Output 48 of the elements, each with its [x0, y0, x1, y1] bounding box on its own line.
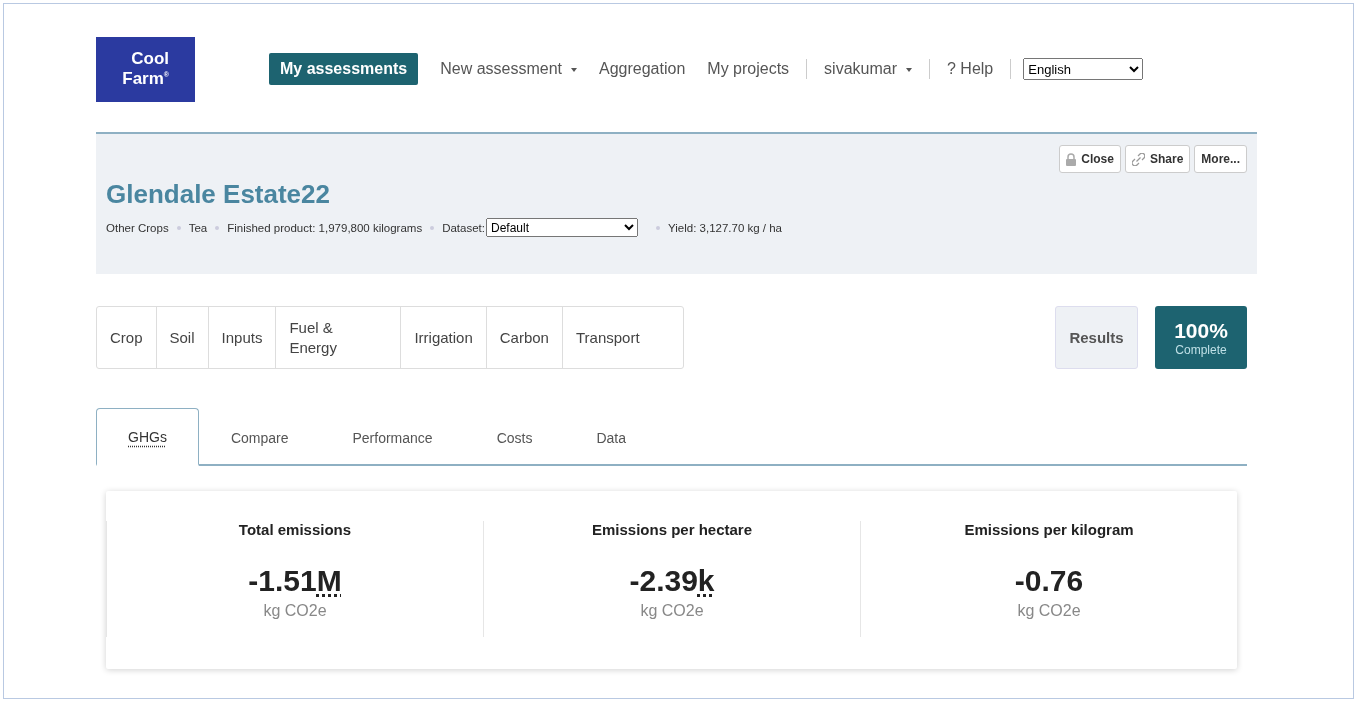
yield-text: Yield: 3,127.70 kg / ha: [668, 221, 783, 234]
step-tab[interactable]: Irrigation: [401, 307, 487, 368]
logo-text: Cool: [131, 51, 169, 68]
project-title: Glendale Estate22: [106, 179, 331, 210]
dataset-select[interactable]: Default: [486, 218, 638, 237]
language-select[interactable]: English: [1023, 58, 1144, 80]
completion-value: 100%: [1174, 318, 1228, 343]
logo-text: Farm$^{®}$: [122, 67, 169, 87]
stat-value: -2.39k: [629, 564, 715, 598]
dataset-label: Dataset:: [442, 221, 485, 234]
step-tab[interactable]: Carbon: [486, 307, 563, 368]
nav-link[interactable]: My projects: [696, 53, 801, 85]
stat-value: -1.51M: [248, 564, 342, 598]
meta-text: Tea: [188, 221, 208, 234]
step-tab[interactable]: Transport: [562, 307, 653, 368]
result-tab[interactable]: Costs: [464, 408, 565, 466]
help-link[interactable]: ? Help: [936, 53, 1005, 85]
lock-icon: [1066, 152, 1077, 166]
stat-unit: kg CO2e: [1017, 602, 1081, 620]
nav-link[interactable]: My assessments: [269, 53, 419, 85]
completion-label: Complete: [1175, 342, 1227, 357]
link-icon: [1131, 152, 1145, 166]
results-button[interactable]: Results: [1055, 306, 1138, 369]
stat-title: Total emissions: [238, 521, 352, 538]
caret-icon: [571, 67, 577, 72]
step-tab[interactable]: Inputs: [208, 307, 277, 368]
nav-link[interactable]: Aggregation: [588, 53, 697, 85]
stat-unit: kg CO2e: [640, 602, 704, 620]
meta-text: Finished product: 1,979,800 kilograms: [227, 221, 423, 234]
stat-title: Emissions per hectare: [591, 521, 753, 538]
meta-text: Other Crops: [106, 221, 169, 234]
stat-unit: kg CO2e: [263, 602, 327, 620]
nav-link[interactable]: New assessment: [429, 53, 588, 85]
result-tab[interactable]: Compare: [198, 408, 321, 466]
share-button[interactable]: Share: [1124, 145, 1191, 173]
more-button[interactable]: More...: [1194, 145, 1247, 173]
stat-title: Emissions per kilogram: [964, 521, 1134, 538]
step-tab[interactable]: Fuel & Energy: [276, 307, 402, 368]
close-button[interactable]: Close: [1059, 145, 1121, 173]
result-tab[interactable]: Performance: [320, 408, 465, 466]
step-tab[interactable]: Soil: [156, 307, 209, 368]
step-tab[interactable]: Crop: [97, 307, 157, 368]
caret-icon: [906, 67, 912, 72]
result-tab[interactable]: Data: [564, 408, 658, 466]
logo[interactable]: Cool Farm$^{®}$: [96, 36, 195, 102]
stat-value: -0.76: [1014, 564, 1084, 598]
result-tab[interactable]: GHGs: [96, 408, 199, 466]
user-menu[interactable]: sivakumar: [813, 53, 923, 85]
